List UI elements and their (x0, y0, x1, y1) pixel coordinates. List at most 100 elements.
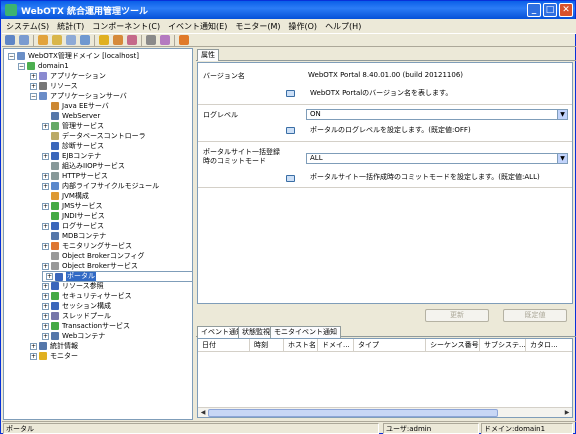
chevron-down-icon[interactable]: ▼ (557, 154, 567, 163)
tree-node[interactable]: + スレッドプール (42, 311, 111, 321)
expand-icon[interactable]: + (42, 322, 49, 330)
tree-node[interactable]: WebServer (42, 111, 100, 121)
expand-icon[interactable]: + (42, 172, 49, 180)
disconnect-icon[interactable] (19, 35, 29, 45)
scroll-right-icon[interactable]: ▶ (562, 408, 572, 417)
expand-icon[interactable]: + (42, 292, 49, 300)
tree-node[interactable]: + EJBコンテナ (42, 151, 101, 161)
expand-icon[interactable]: + (42, 182, 49, 190)
tree-node[interactable]: − アプリケーションサーバ (30, 91, 127, 101)
expand-icon[interactable]: + (46, 273, 53, 280)
db-controller-icon (51, 132, 59, 140)
search-icon[interactable] (66, 35, 76, 45)
expand-icon[interactable]: + (30, 82, 37, 90)
tree-node[interactable]: + アプリケーション (30, 71, 106, 81)
connect-icon[interactable] (5, 35, 15, 45)
tree-node[interactable]: 組込みIIOPサービス (42, 161, 125, 171)
expand-icon[interactable]: + (42, 202, 49, 210)
menu-statistics[interactable]: 統計(T) (53, 21, 88, 32)
print-icon[interactable] (146, 35, 156, 45)
tree-node[interactable]: + ログサービス (42, 221, 104, 231)
column-header-catalog[interactable]: カタロ... (526, 339, 572, 352)
maximize-button[interactable]: □ (543, 3, 557, 17)
column-header-sequence[interactable]: シーケンス番号 (426, 339, 480, 352)
tab-attributes[interactable]: 属性 (197, 49, 219, 61)
title-bar[interactable]: WebOTX 統合運用管理ツール _ □ ✕ (1, 1, 575, 19)
tree-node[interactable]: Object Brokerコンフィグ (42, 251, 144, 261)
menu-operation[interactable]: 操作(O) (285, 21, 322, 32)
tree-node[interactable]: JNDIサービス (42, 211, 105, 221)
close-button[interactable]: ✕ (559, 3, 573, 17)
export-icon[interactable] (179, 35, 189, 45)
expand-icon[interactable]: + (42, 122, 49, 130)
tree-node[interactable]: − WebOTX管理ドメイン [localhost] (8, 51, 139, 61)
expand-icon[interactable]: + (42, 242, 49, 250)
menu-monitor[interactable]: モニター(M) (231, 21, 284, 32)
log-level-select[interactable]: ON ▼ (306, 109, 568, 120)
tree-node[interactable]: + モニタリングサービス (42, 241, 132, 251)
tree-node[interactable]: + Object Brokerサービス (42, 261, 138, 271)
expand-icon[interactable]: + (42, 152, 49, 160)
vertical-splitter[interactable] (193, 48, 196, 420)
up-arrow-icon[interactable] (52, 35, 62, 45)
tree-node[interactable]: + リソース (30, 81, 78, 91)
gear-icon[interactable] (99, 35, 109, 45)
person-icon[interactable] (38, 35, 48, 45)
tree-node[interactable]: + Webコンテナ (42, 331, 105, 341)
collapse-icon[interactable]: − (30, 92, 37, 100)
collapse-icon[interactable]: − (8, 52, 15, 60)
default-value-button[interactable]: 既定値 (503, 309, 567, 322)
menu-component[interactable]: コンポーネント(C) (88, 21, 164, 32)
refresh-icon[interactable] (80, 35, 90, 45)
expand-icon[interactable]: + (30, 342, 37, 350)
chart-icon[interactable] (160, 35, 170, 45)
tree-node[interactable]: + HTTPサービス (42, 171, 108, 181)
tree-node[interactable]: JVM構成 (42, 191, 89, 201)
tree-node[interactable]: + 内部ライフサイクルモジュール (42, 181, 159, 191)
tree-node[interactable]: + JMSサービス (42, 201, 103, 211)
column-header-date[interactable]: 日付 (198, 339, 250, 352)
expand-icon[interactable]: + (42, 282, 49, 290)
tree-node[interactable]: Java EEサーバ (42, 101, 109, 111)
expand-icon[interactable]: + (42, 302, 49, 310)
minimize-button[interactable]: _ (527, 3, 541, 17)
scroll-thumb[interactable] (208, 409, 498, 417)
menu-help[interactable]: ヘルプ(H) (321, 21, 365, 32)
column-header-time[interactable]: 時刻 (250, 339, 284, 352)
start-icon[interactable] (113, 35, 123, 45)
expand-icon[interactable]: + (42, 222, 49, 230)
tree-node[interactable]: 診断サービス (42, 141, 104, 151)
collapse-icon[interactable]: − (18, 62, 25, 70)
column-header-subsystem[interactable]: サブシステ... (480, 339, 526, 352)
column-header-domain[interactable]: ドメイ... (318, 339, 354, 352)
expand-icon[interactable]: + (42, 262, 49, 270)
tab-status-monitoring[interactable]: 状態監視 (238, 326, 274, 338)
horizontal-scrollbar[interactable]: ◀ ▶ (198, 407, 572, 417)
update-button[interactable]: 更新 (425, 309, 489, 322)
tree-node[interactable]: + リソース参照 (42, 281, 104, 291)
event-table[interactable]: 日付 時刻 ホスト名 ドメイ... タイプ シーケンス番号 サブシステ... カ… (197, 338, 573, 418)
scroll-left-icon[interactable]: ◀ (198, 408, 208, 417)
expand-icon[interactable]: + (30, 72, 37, 80)
column-header-host[interactable]: ホスト名 (284, 339, 318, 352)
tree-node[interactable]: + 管理サービス (42, 121, 104, 131)
tree-node[interactable]: データベースコントローラ (42, 131, 146, 141)
chevron-down-icon[interactable]: ▼ (557, 110, 567, 119)
column-header-type[interactable]: タイプ (354, 339, 426, 352)
tree-node[interactable]: − domain1 (18, 61, 69, 71)
expand-icon[interactable]: + (30, 352, 37, 360)
menu-event-notification[interactable]: イベント通知(E) (164, 21, 231, 32)
tree-node[interactable]: + セキュリティサービス (42, 291, 132, 301)
tree-node[interactable]: + 統計情報 (30, 341, 78, 351)
tree-node[interactable]: MDBコンテナ (42, 231, 106, 241)
tree-node[interactable]: + セッション構成 (42, 301, 111, 311)
tab-monitor-event-notification[interactable]: モニタイベント通知 (270, 326, 341, 338)
stop-icon[interactable] (127, 35, 137, 45)
navigation-tree[interactable]: − WebOTX管理ドメイン [localhost] − domain1 + アプリケ… (3, 48, 193, 420)
tree-node[interactable]: + モニター (30, 351, 78, 361)
menu-system[interactable]: システム(S) (2, 21, 53, 32)
expand-icon[interactable]: + (42, 332, 49, 340)
commit-mode-select[interactable]: ALL ▼ (306, 153, 568, 164)
expand-icon[interactable]: + (42, 312, 49, 320)
tree-node[interactable]: + Transactionサービス (42, 321, 130, 331)
